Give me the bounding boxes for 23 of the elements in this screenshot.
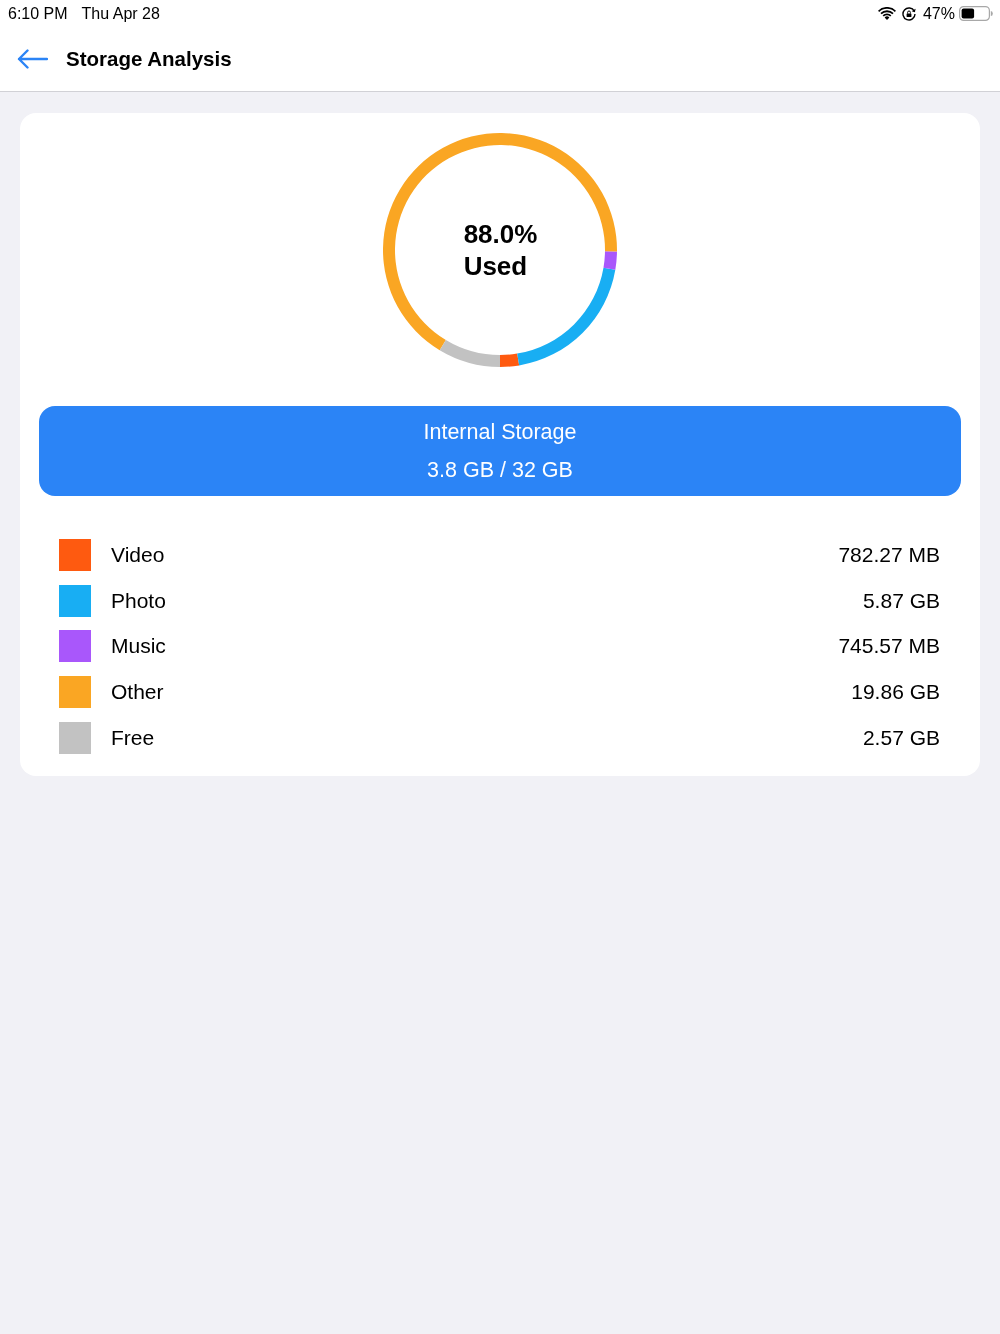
storage-summary: 3.8 GB / 32 GB [427,457,573,484]
back-arrow-icon[interactable] [17,49,48,69]
storage-name: Internal Storage [423,419,577,446]
category-size: 782.27 MB [838,542,940,567]
category-size: 2.57 GB [862,725,940,750]
category-size: 19.86 GB [851,680,940,705]
internal-storage-banner[interactable]: Internal Storage 3.8 GB / 32 GB [39,406,961,496]
category-label: Music [111,634,166,659]
usage-percent: 88.0% [463,218,538,250]
status-time: 6:10 PM [8,4,68,23]
category-label: Photo [111,588,166,613]
battery-percent: 47% [922,4,955,23]
page-title: Storage Analysis [66,47,232,71]
category-size: 5.87 GB [862,588,940,613]
category-label: Free [111,725,155,750]
battery-icon [959,6,993,21]
status-date: Thu Apr 28 [81,4,160,23]
category-label: Video [111,542,165,567]
category-label: Other [111,680,164,705]
wifi-icon [877,7,896,20]
rotation-lock-icon [901,6,916,21]
usage-caption: Used [463,250,529,282]
category-size: 745.57 MB [838,634,940,659]
